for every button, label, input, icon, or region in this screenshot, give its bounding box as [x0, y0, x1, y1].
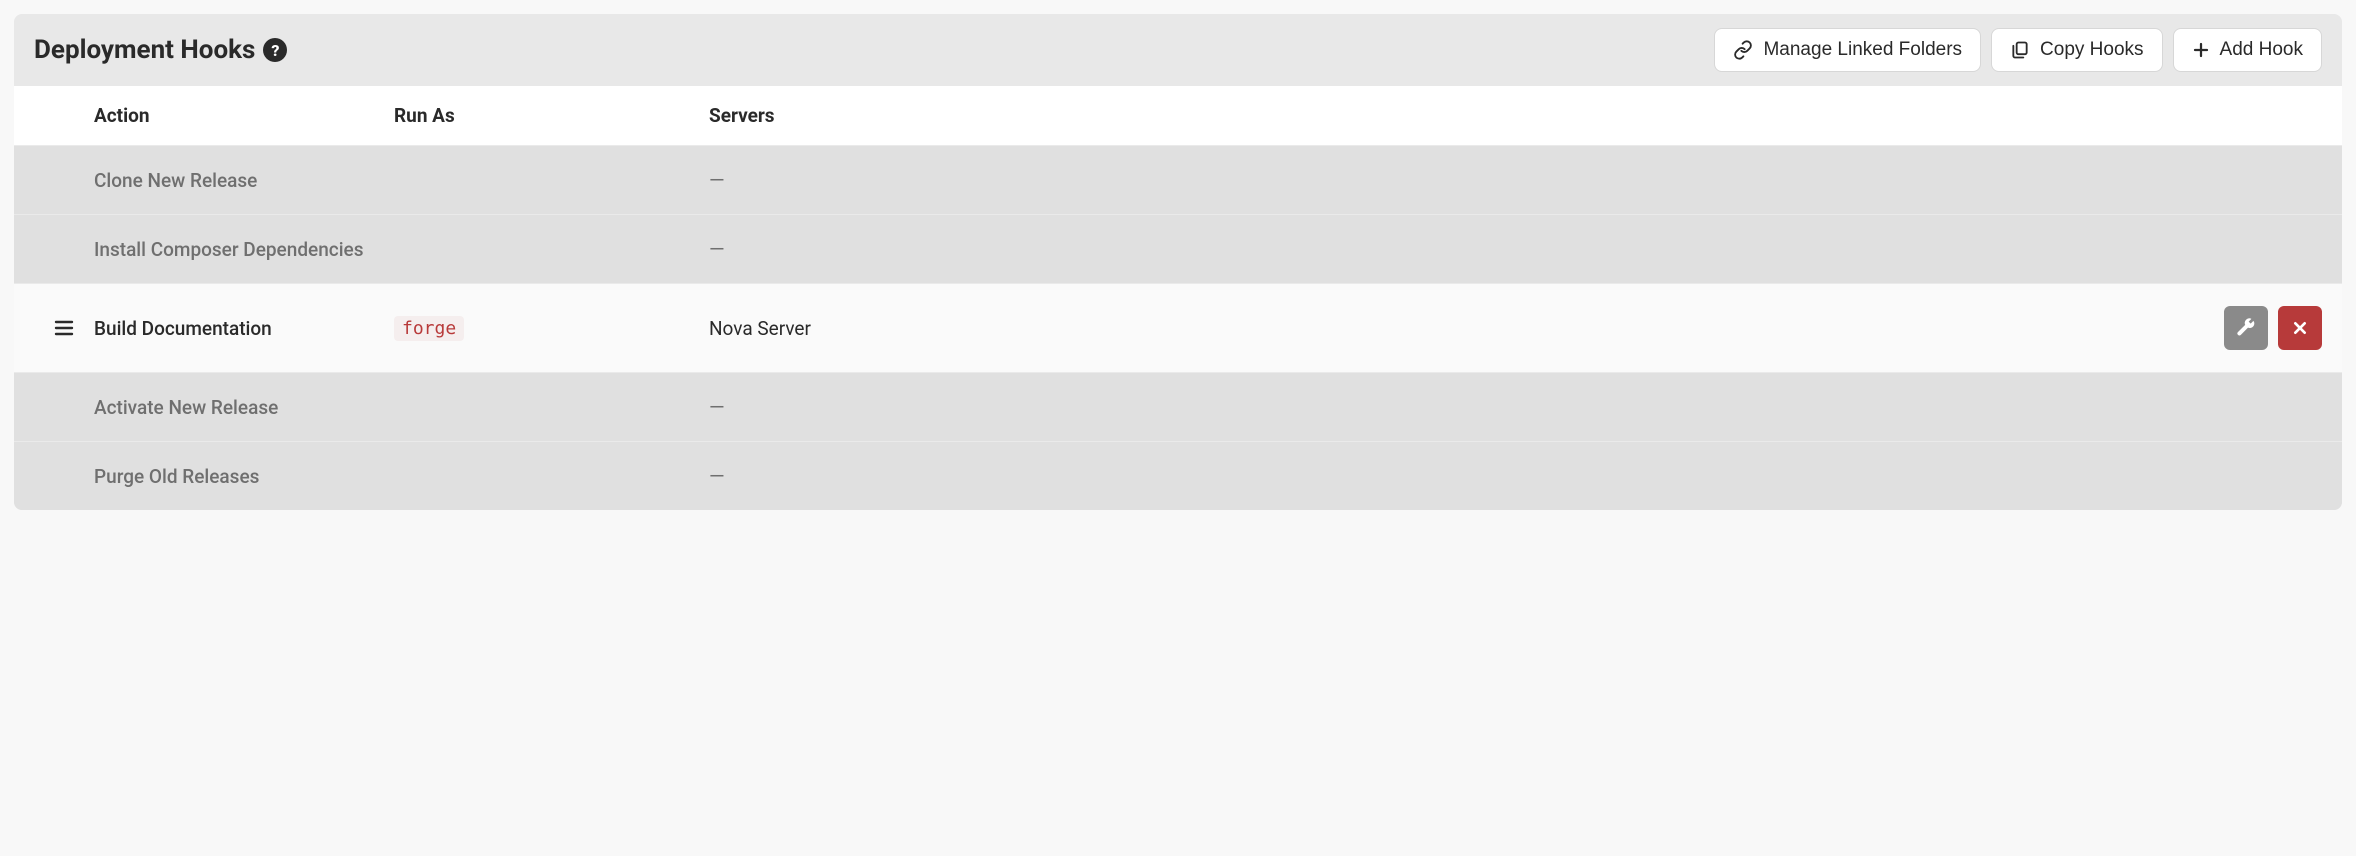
add-hook-button[interactable]: Add Hook — [2173, 28, 2322, 72]
cell-action: Install Composer Dependencies — [94, 238, 394, 261]
table-row: Activate New Release — — [14, 372, 2342, 441]
hooks-table: Action Run As Servers Clone New Release … — [14, 86, 2342, 510]
cell-servers: — — [709, 395, 2142, 419]
cell-servers: — — [709, 464, 2142, 488]
cell-action: Activate New Release — [94, 396, 394, 419]
link-icon — [1733, 40, 1753, 60]
row-actions — [2142, 306, 2342, 350]
button-label: Copy Hooks — [2040, 39, 2144, 61]
column-header-servers: Servers — [709, 104, 2142, 127]
close-icon — [2292, 320, 2308, 336]
edit-hook-button[interactable] — [2224, 306, 2268, 350]
column-header-action: Action — [94, 104, 394, 127]
manage-linked-folders-button[interactable]: Manage Linked Folders — [1714, 28, 1981, 72]
table-row: Clone New Release — — [14, 145, 2342, 214]
table-header-row: Action Run As Servers — [14, 86, 2342, 145]
header-actions: Manage Linked Folders Copy Hooks Add Hoo… — [1714, 28, 2322, 72]
plus-icon — [2192, 41, 2210, 59]
run-as-tag: forge — [394, 316, 464, 341]
table-row: Install Composer Dependencies — — [14, 214, 2342, 283]
cell-servers: — — [709, 237, 2142, 261]
cell-run-as: forge — [394, 316, 709, 341]
column-header-run-as: Run As — [394, 104, 709, 127]
deployment-hooks-panel: Deployment Hooks ? Manage Linked Folders… — [14, 14, 2342, 510]
cell-action: Build Documentation — [94, 317, 394, 340]
drag-handle[interactable] — [14, 319, 94, 337]
clipboard-icon — [2010, 40, 2030, 60]
title-wrap: Deployment Hooks ? — [34, 35, 287, 65]
drag-icon — [54, 319, 74, 337]
button-label: Add Hook — [2220, 39, 2303, 61]
wrench-icon — [2236, 318, 2256, 338]
panel-header: Deployment Hooks ? Manage Linked Folders… — [14, 14, 2342, 86]
cell-action: Clone New Release — [94, 169, 394, 192]
help-icon[interactable]: ? — [263, 38, 287, 62]
cell-servers: Nova Server — [709, 317, 2142, 340]
table-row: Purge Old Releases — — [14, 441, 2342, 510]
table-row: Build Documentation forge Nova Server — [14, 283, 2342, 372]
button-label: Manage Linked Folders — [1763, 39, 1962, 61]
delete-hook-button[interactable] — [2278, 306, 2322, 350]
copy-hooks-button[interactable]: Copy Hooks — [1991, 28, 2163, 72]
panel-title: Deployment Hooks — [34, 35, 255, 65]
cell-servers: — — [709, 168, 2142, 192]
cell-action: Purge Old Releases — [94, 465, 394, 488]
